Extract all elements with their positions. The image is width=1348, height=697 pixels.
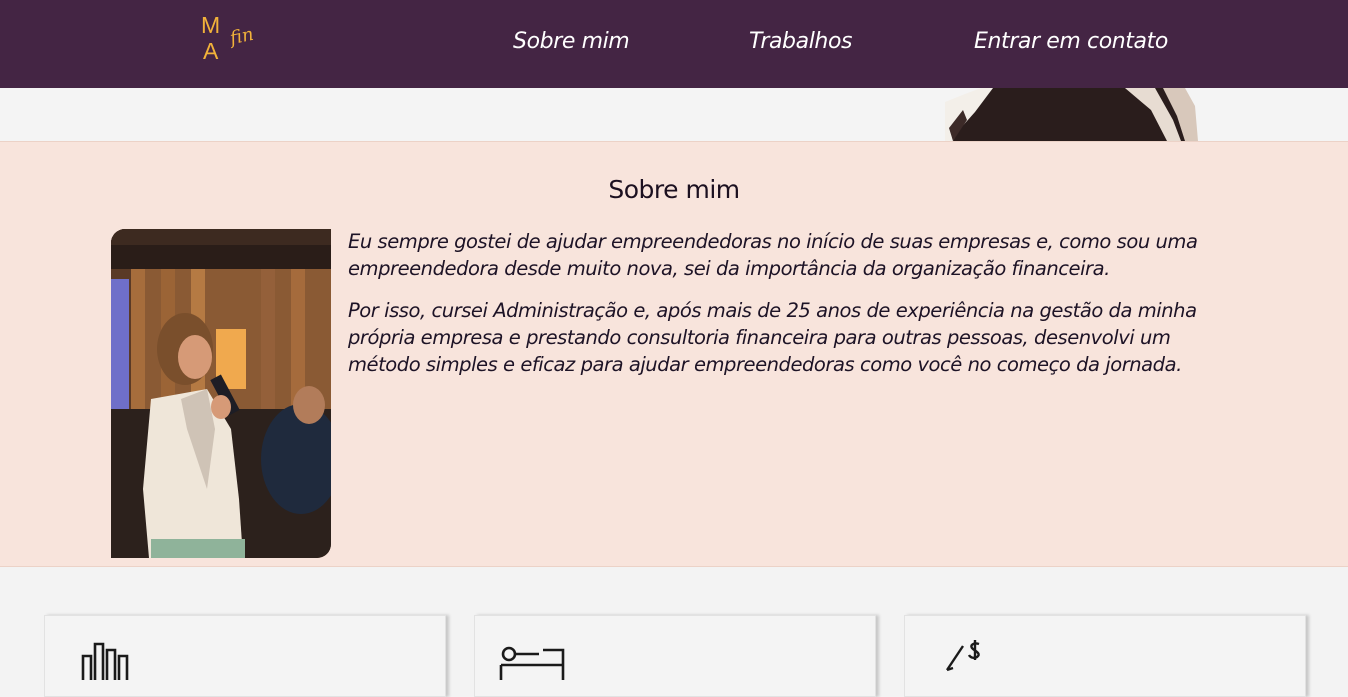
hero-photo [945,88,1198,141]
nav-trabalhos[interactable]: Trabalhos [749,28,852,56]
logo-letter-m: M [201,12,221,38]
bar-chart-icon [81,640,131,680]
nav-entrar-em-contato[interactable]: Entrar em contato [974,28,1168,56]
about-title: Sobre mim [608,175,740,204]
service-card-3 [904,615,1306,697]
about-paragraph-1: Eu sempre gostei de ajudar empreendedora… [348,230,1198,280]
service-card-1 [44,615,446,697]
id-card-icon [499,640,565,680]
nav-sobre-mim[interactable]: Sobre mim [513,28,630,56]
about-text: Eu sempre gostei de ajudar empreendedora… [348,228,1208,393]
site-header: M A fin Sobre mim Trabalhos Entrar em co… [0,0,1348,88]
about-section: Sobre mim Eu sempre gostei de ajudar emp… [0,141,1348,567]
logo-letter-a: A [203,38,219,64]
about-photo [111,229,331,558]
logo-script: fin [228,23,256,50]
about-paragraph-2: Por isso, cursei Administração e, após m… [348,299,1197,376]
service-card-2 [474,615,876,697]
pen-money-icon [945,638,995,678]
logo[interactable]: M A fin [200,12,270,68]
